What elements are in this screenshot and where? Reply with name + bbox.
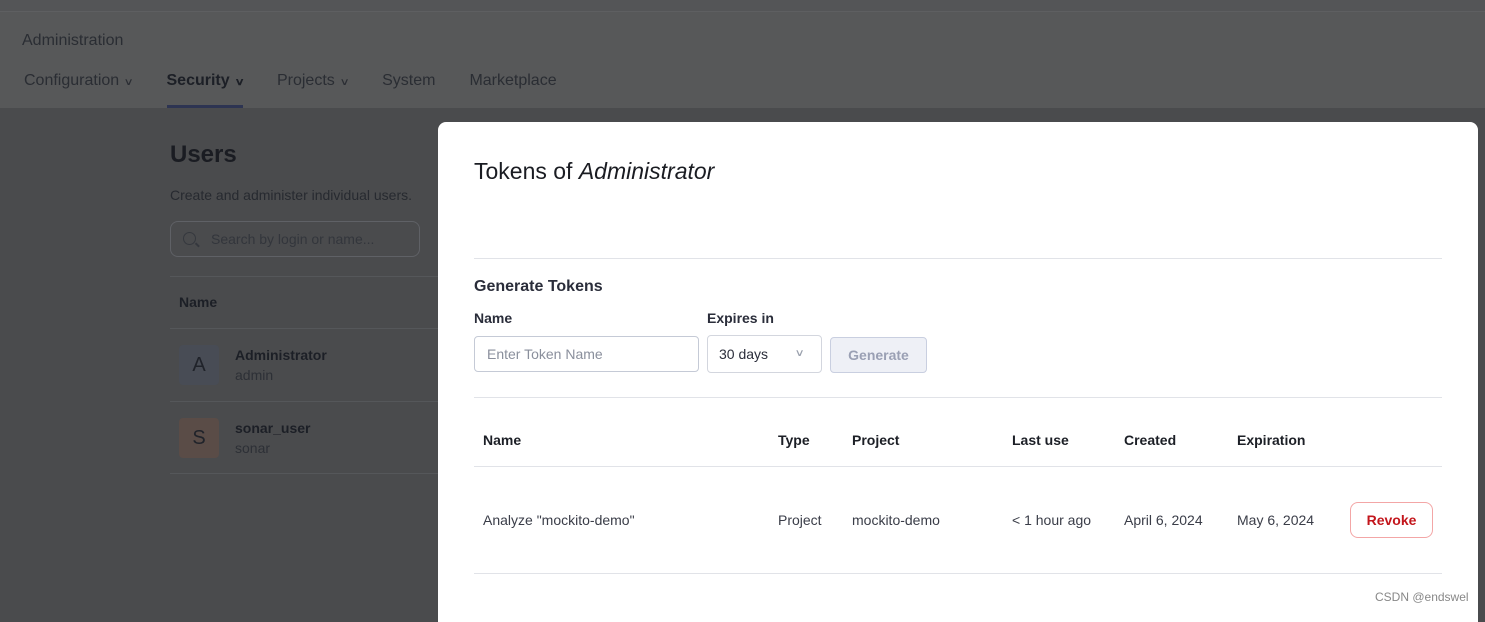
- user-name[interactable]: sonar_user: [235, 420, 310, 436]
- nav-label: Security: [166, 72, 230, 89]
- chevron-down-icon: ∨: [339, 77, 350, 88]
- user-search-input[interactable]: Search by login or name...: [170, 221, 420, 257]
- nav-label: Marketplace: [469, 72, 557, 89]
- token-name-label: Name: [474, 310, 513, 326]
- generate-button[interactable]: Generate: [830, 337, 927, 373]
- col-created: Created: [1124, 432, 1177, 448]
- token-name: Analyze "mockito-demo": [483, 512, 635, 528]
- revoke-button[interactable]: Revoke: [1350, 502, 1433, 538]
- title-prefix: Tokens of: [474, 158, 573, 184]
- col-expiration: Expiration: [1237, 432, 1306, 448]
- divider: [170, 401, 440, 402]
- watermark: CSDN @endswel: [1375, 590, 1469, 604]
- search-placeholder: Search by login or name...: [211, 231, 375, 247]
- nav-security[interactable]: Security ∨: [166, 72, 245, 108]
- nav-label: Projects: [276, 72, 335, 89]
- col-project: Project: [852, 432, 900, 448]
- admin-nav: Configuration ∨ Security ∨ Projects ∨ Syste…: [24, 72, 591, 108]
- generate-tokens-heading: Generate Tokens: [474, 278, 603, 295]
- search-icon: [183, 232, 196, 245]
- user-login: admin: [235, 367, 274, 383]
- users-title: Users: [170, 141, 237, 168]
- tokens-modal: Tokens of Administrator Generate Tokens …: [438, 122, 1478, 622]
- token-name-input[interactable]: Enter Token Name: [474, 336, 699, 372]
- nav-label: Configuration: [24, 72, 120, 89]
- user-login: sonar: [235, 440, 271, 456]
- col-type: Type: [778, 432, 810, 448]
- top-bar: [0, 0, 1485, 12]
- chevron-down-icon: ∨: [794, 348, 805, 359]
- page-title: Administration: [22, 32, 124, 49]
- avatar: S: [179, 418, 219, 458]
- divider: [474, 573, 1442, 574]
- chevron-down-icon: ∨: [234, 77, 245, 88]
- nav-projects[interactable]: Projects ∨: [276, 72, 350, 108]
- token-type: Project: [778, 512, 822, 528]
- users-column-name: Name: [179, 294, 218, 310]
- token-created: April 6, 2024: [1124, 512, 1203, 528]
- nav-marketplace[interactable]: Marketplace: [469, 72, 556, 108]
- expires-value: 30 days: [719, 346, 769, 362]
- divider: [474, 397, 1442, 398]
- divider: [170, 276, 440, 277]
- nav-configuration[interactable]: Configuration ∨: [24, 72, 134, 108]
- modal-title: Tokens of Administrator: [474, 158, 714, 185]
- divider: [474, 466, 1442, 467]
- avatar: A: [179, 345, 219, 385]
- token-last-use: < 1 hour ago: [1012, 512, 1092, 528]
- divider: [474, 258, 1442, 259]
- token-project: mockito-demo: [852, 512, 940, 528]
- title-user: Administrator: [578, 158, 715, 184]
- admin-header: Administration Configuration ∨ Security ∨ …: [0, 12, 1485, 108]
- chevron-down-icon: ∨: [123, 77, 134, 88]
- users-description: Create and administer individual users.: [170, 187, 413, 203]
- user-name[interactable]: Administrator: [235, 347, 327, 363]
- col-last-use: Last use: [1012, 432, 1069, 448]
- col-name: Name: [483, 432, 522, 448]
- expires-select[interactable]: 30 days ∨: [707, 335, 822, 373]
- nav-system[interactable]: System: [382, 72, 435, 108]
- divider: [170, 328, 440, 329]
- divider: [170, 473, 440, 474]
- nav-label: System: [382, 72, 436, 89]
- token-expiration: May 6, 2024: [1237, 512, 1315, 528]
- expires-label: Expires in: [707, 310, 774, 326]
